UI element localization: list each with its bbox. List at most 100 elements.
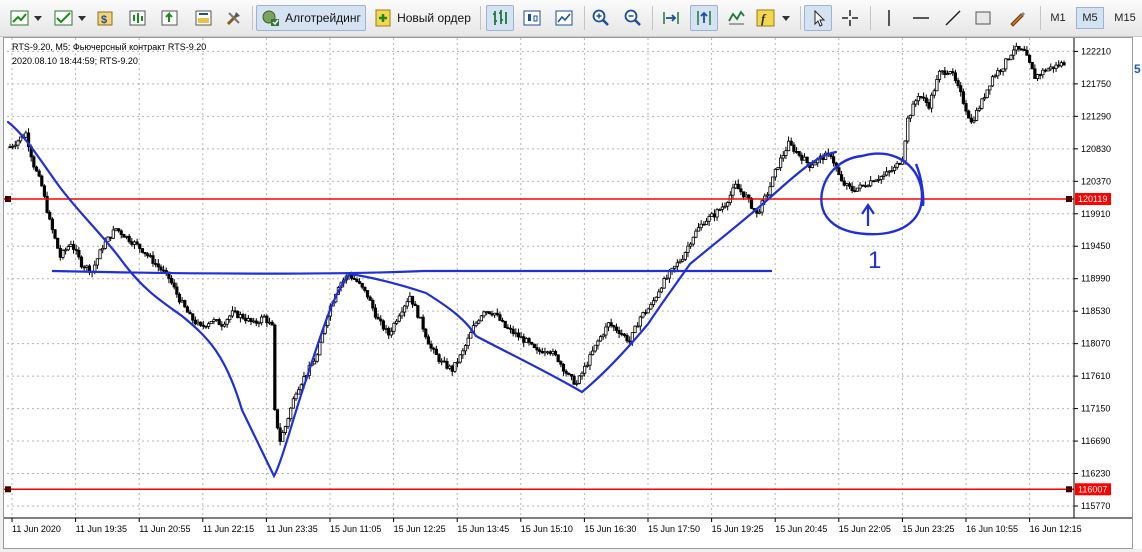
trend-line-button[interactable] <box>940 5 966 31</box>
candle <box>681 255 685 263</box>
candle <box>604 323 608 339</box>
candle-body <box>548 351 552 355</box>
candle <box>230 306 235 318</box>
strategy-tester-button[interactable] <box>222 5 246 31</box>
cursor-button[interactable] <box>804 5 832 31</box>
candle <box>18 136 23 144</box>
tools-icon <box>226 12 240 26</box>
candle-body <box>37 170 41 177</box>
market-watch-button[interactable]: $ <box>94 5 118 31</box>
candle-body <box>365 290 370 298</box>
horizontal-line-button[interactable] <box>908 5 934 31</box>
chart-window[interactable]: 120119 116007 1 122210 121750 121290 120830 1… <box>3 37 1133 549</box>
candle-body <box>249 318 253 322</box>
timeframe-m5-button[interactable]: M5 <box>1076 7 1104 29</box>
candle <box>34 165 39 172</box>
candle-body <box>1035 74 1040 79</box>
price-tick-label: 118990 <box>1081 274 1110 284</box>
functions-button[interactable]: f <box>754 5 794 31</box>
bar-chart-button[interactable] <box>486 5 514 31</box>
rectangle-button[interactable] <box>970 5 996 31</box>
candle-body <box>225 319 229 325</box>
arrow-up-annotation <box>861 203 875 226</box>
candle <box>124 235 129 240</box>
candle-body <box>937 70 942 80</box>
candle <box>911 100 915 116</box>
auto-scroll-button[interactable] <box>658 5 684 31</box>
candle-body <box>1004 58 1008 70</box>
zoom-out-button[interactable] <box>620 5 646 31</box>
new-chart-button[interactable] <box>8 5 44 31</box>
timeframe-m1-button[interactable]: M1 <box>1044 7 1072 29</box>
candle <box>842 177 846 187</box>
terminal-button[interactable] <box>192 5 216 31</box>
indicators-button[interactable] <box>722 5 750 31</box>
crosshair-button[interactable] <box>836 5 864 31</box>
candle <box>98 248 102 260</box>
candle-body <box>948 71 952 74</box>
candle-body <box>503 320 507 328</box>
candle-body <box>93 264 97 272</box>
candle <box>283 425 288 435</box>
candle <box>662 276 666 289</box>
candle <box>154 258 158 268</box>
algo-trading-button[interactable]: Алготрейдинг <box>256 5 366 31</box>
level-handle-right <box>1066 486 1072 493</box>
pen-tool-button[interactable] <box>1004 5 1030 31</box>
candle-body <box>604 326 608 336</box>
candle <box>734 180 738 190</box>
profiles-button[interactable] <box>52 5 88 31</box>
candle-body <box>890 170 894 172</box>
line-chart-button[interactable] <box>550 5 578 31</box>
zoom-in-button[interactable] <box>588 5 614 31</box>
new-order-button[interactable]: Новый ордер <box>370 5 474 31</box>
candle-body <box>662 278 666 289</box>
candle-body <box>191 313 195 321</box>
navigator-button[interactable] <box>158 5 182 31</box>
candle-body <box>993 75 997 78</box>
price-chart[interactable]: 120119116007 1 1222101217501212901208301… <box>4 38 1132 548</box>
candle <box>204 325 208 329</box>
candle-body <box>922 96 926 99</box>
data-window-button[interactable] <box>126 5 150 31</box>
chart-shift-button[interactable] <box>690 5 718 31</box>
candle <box>887 170 891 177</box>
candle-body <box>792 144 796 152</box>
candle <box>164 267 168 277</box>
toolbar-separator <box>252 6 253 30</box>
price-axis: 122210 121750 121290 120830 120370 119910 1194… <box>1073 38 1111 518</box>
candle <box>437 352 441 365</box>
candle-body <box>164 270 168 273</box>
candle <box>757 208 762 215</box>
candle <box>148 253 152 258</box>
toolbar-separator <box>480 6 481 30</box>
candle-body <box>61 250 65 258</box>
candle-body <box>259 316 264 324</box>
candle <box>591 346 595 356</box>
candle-body <box>48 212 52 220</box>
candle <box>209 321 213 325</box>
candle-body <box>696 227 701 232</box>
candle-body <box>297 389 301 395</box>
candle-body <box>495 312 499 316</box>
candle <box>111 225 115 240</box>
candle <box>77 247 81 260</box>
candlestick-button[interactable] <box>518 5 546 31</box>
vertical-line-button[interactable] <box>876 5 902 31</box>
timeframe-m15-button[interactable]: M15 <box>1108 7 1142 29</box>
candle-body <box>42 185 47 197</box>
candle <box>548 350 552 356</box>
time-tick-label: 16 Jun 12:15 <box>1030 524 1082 534</box>
candle-body <box>861 184 865 187</box>
candle <box>389 327 393 338</box>
candle <box>69 240 73 248</box>
candle <box>487 311 491 315</box>
candle-body <box>463 345 468 352</box>
candle-body <box>82 266 86 269</box>
candle-body <box>474 322 478 326</box>
time-tick-label: 11 Jun 23:35 <box>266 524 317 534</box>
candle-body <box>593 344 597 352</box>
candle-body <box>858 184 862 189</box>
candle <box>220 321 224 331</box>
candle-body <box>569 374 574 377</box>
